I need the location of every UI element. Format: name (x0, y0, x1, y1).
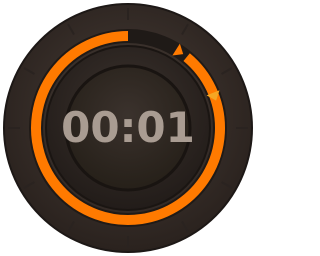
stopwatch-widget[interactable]: 00:01 (0, 0, 256, 256)
elapsed-time-display: 00:01 (61, 103, 195, 152)
